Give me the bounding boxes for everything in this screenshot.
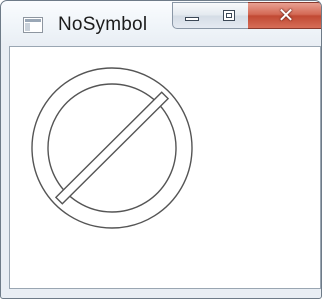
maximize-button[interactable] bbox=[210, 2, 249, 29]
maximize-icon bbox=[223, 10, 235, 21]
app-window: NoSymbol ✕ bbox=[0, 0, 322, 299]
close-icon: ✕ bbox=[277, 3, 295, 27]
window-title: NoSymbol bbox=[58, 14, 148, 35]
no-symbol-slash bbox=[54, 91, 170, 205]
app-window-icon[interactable] bbox=[23, 17, 43, 33]
app-icon-title-strip bbox=[25, 19, 41, 22]
minimize-icon bbox=[185, 17, 199, 21]
no-symbol-icon bbox=[31, 67, 193, 229]
title-bar[interactable]: NoSymbol ✕ bbox=[1, 1, 321, 47]
minimize-button[interactable] bbox=[172, 2, 211, 29]
close-button[interactable]: ✕ bbox=[248, 2, 321, 29]
app-icon-side-panel bbox=[25, 23, 30, 31]
